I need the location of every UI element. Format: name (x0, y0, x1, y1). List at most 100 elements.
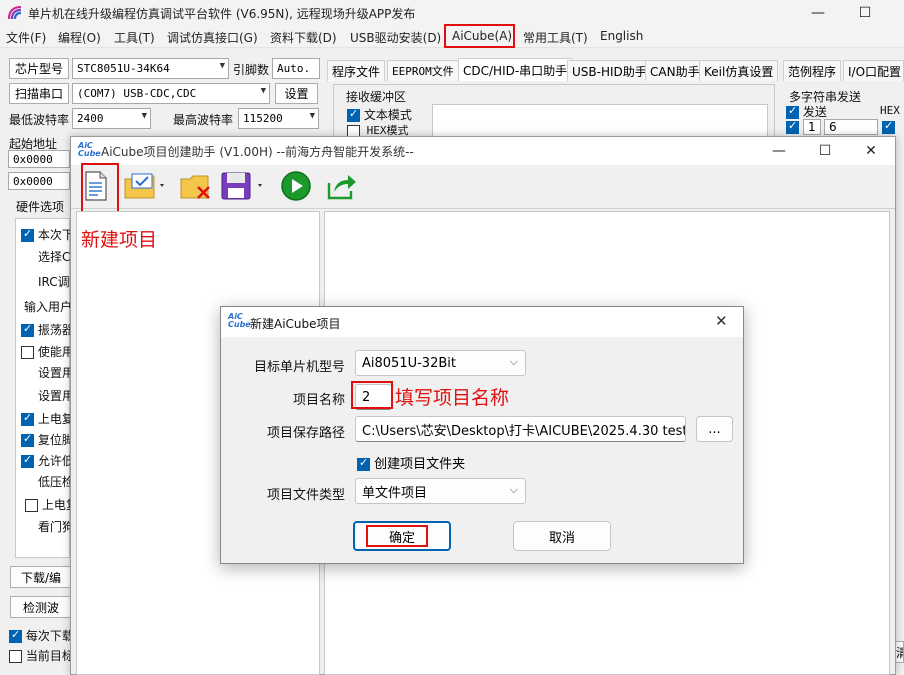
hardware-option-label: 上电复 (37, 412, 74, 426)
tab-program-file[interactable]: 程序文件 (327, 60, 386, 81)
close-folder-icon (180, 175, 210, 199)
clear-button[interactable]: 清 (895, 641, 904, 663)
checkbox-icon[interactable] (21, 346, 34, 359)
checkbox-icon[interactable] (786, 104, 799, 119)
scan-port-button[interactable]: 扫描串口 (9, 83, 69, 104)
file-type-select[interactable]: 单文件项目 ⌵ (355, 478, 526, 504)
hardware-options-tab[interactable]: 硬件选项 (16, 198, 64, 215)
pin-count-select[interactable]: Auto. (272, 58, 320, 79)
hardware-option-label: 振荡器 (37, 323, 74, 337)
project-name-label: 项目名称 (292, 393, 345, 408)
hardware-option-row[interactable]: 允许低 (21, 452, 74, 469)
hardware-option-row[interactable]: 选择C (38, 248, 70, 265)
tab-examples[interactable]: 范例程序 (783, 60, 842, 81)
hardware-option-row[interactable]: 复位脚 (21, 431, 74, 448)
checkbox-icon[interactable] (21, 227, 34, 242)
aicube-logo-icon: AiC Cube (78, 141, 101, 158)
save-icon (221, 172, 262, 200)
port-select[interactable]: (COM7) USB-CDC,CDC ▼ (72, 83, 270, 104)
helper-title: AiCube项目创建助手 (V1.00H) --前海方舟智能开发系统-- (101, 145, 414, 159)
hardware-option-row[interactable]: 本次下 (21, 226, 74, 243)
min-baud-label: 最低波特率 (9, 113, 70, 127)
send-column-header: 发送 (786, 103, 827, 120)
helper-close-button[interactable]: ✕ (849, 137, 893, 165)
tab-keil[interactable]: Keil仿真设置 (699, 60, 779, 81)
app-logo-icon (7, 5, 22, 20)
menu-download[interactable]: 资料下载(D) (270, 29, 337, 46)
detect-baud-button[interactable]: 检测波 (10, 596, 72, 618)
menu-tools[interactable]: 工具(T) (114, 29, 155, 46)
max-baud-select[interactable]: 115200 ▼ (238, 108, 319, 129)
checkbox-icon[interactable] (9, 650, 22, 663)
helper-maximize-button[interactable]: ☐ (803, 137, 847, 165)
tab-cdc-serial[interactable]: CDC/HID-串口助手 (458, 58, 573, 81)
target-mcu-select[interactable]: Ai8051U-32Bit ⌵ (355, 350, 526, 376)
checkbox-icon[interactable] (21, 322, 34, 337)
hardware-option-row[interactable]: 看门狗 (38, 518, 74, 535)
helper-minimize-button[interactable]: — (757, 137, 801, 165)
menu-debug[interactable]: 调试仿真接口(G) (167, 29, 258, 46)
tab-io-config[interactable]: I/O口配置 (843, 60, 904, 81)
settings-button[interactable]: 设置 (275, 83, 318, 104)
checkbox-icon[interactable] (21, 432, 34, 447)
run-button[interactable] (279, 169, 313, 203)
minimize-button[interactable]: — (796, 0, 840, 26)
dialog-close-button[interactable]: ✕ (715, 312, 728, 330)
menu-english[interactable]: English (600, 29, 643, 43)
save-path-input[interactable]: C:\Users\芯安\Desktop\打卡\AICUBE\2025.4.30 … (355, 416, 686, 442)
close-project-button[interactable] (179, 169, 213, 203)
checkbox-icon[interactable] (21, 411, 34, 426)
new-project-dialog: AiC Cube 新建AiCube项目 ✕ 目标单片机型号 Ai8051U-32… (220, 306, 744, 564)
hardware-option-row[interactable]: 设置用 (38, 387, 74, 404)
checkbox-icon[interactable] (21, 453, 34, 468)
menu-file[interactable]: 文件(F) (6, 29, 46, 46)
send-row-input[interactable]: 6 (824, 119, 878, 135)
start-address-input-2[interactable]: 0x0000 (8, 172, 70, 190)
tab-can[interactable]: CAN助手 (645, 60, 705, 81)
menu-common-tools[interactable]: 常用工具(T) (523, 29, 588, 46)
hardware-option-row[interactable]: IRC调 (38, 273, 70, 290)
browse-button[interactable]: ... (696, 416, 733, 442)
menu-program[interactable]: 编程(O) (58, 29, 101, 46)
helper-toolbar (71, 165, 895, 209)
hardware-option-row[interactable]: 振荡器 (21, 321, 74, 338)
hardware-option-row[interactable]: 使能用 (21, 343, 74, 360)
open-project-button[interactable] (123, 169, 169, 203)
checkbox-icon[interactable] (347, 107, 360, 122)
hardware-option-row[interactable]: 设置用 (38, 364, 74, 381)
chevron-down-icon: ▼ (219, 61, 225, 71)
checkbox-icon[interactable] (786, 119, 799, 134)
download-program-button[interactable]: 下载/编 (10, 566, 72, 588)
share-arrow-icon (327, 175, 356, 200)
tab-usb-hid[interactable]: USB-HID助手 (567, 60, 652, 81)
hardware-option-row[interactable]: 输入用户 (24, 298, 72, 315)
maximize-button[interactable]: ☐ (843, 0, 887, 26)
hardware-option-label: 选择C (38, 250, 71, 264)
checkbox-icon[interactable] (882, 119, 895, 134)
menu-usb-driver[interactable]: USB驱动安装(D) (350, 29, 441, 46)
highlight-project-name (351, 381, 393, 409)
receive-textarea[interactable] (432, 104, 768, 138)
hardware-option-label: 使能用 (37, 345, 74, 359)
min-baud-select[interactable]: 2400 ▼ (72, 108, 151, 129)
hardware-option-label: 允许低 (37, 454, 74, 468)
export-button[interactable] (325, 169, 359, 203)
annotation-new-project: 新建项目 (81, 229, 158, 251)
save-project-button[interactable] (219, 169, 269, 203)
highlight-ok-button (366, 525, 428, 547)
start-address-input[interactable]: 0x0000 (8, 150, 70, 168)
cancel-button[interactable]: 取消 (513, 521, 611, 551)
create-folder-option[interactable]: 创建项目文件夹 (357, 453, 465, 472)
checkbox-icon[interactable] (25, 499, 38, 512)
tab-eeprom[interactable]: EEPROM文件 (387, 60, 459, 81)
hardware-option-row[interactable]: 低压检 (38, 473, 74, 490)
text-mode-option[interactable]: 文本模式 (347, 106, 412, 123)
every-download-option[interactable]: 每次下载 (9, 627, 74, 644)
send-row-index: 1 (803, 119, 821, 135)
highlight-new-project (81, 163, 119, 213)
hardware-option-label: 设置用 (38, 366, 75, 380)
checkbox-icon[interactable] (357, 456, 370, 471)
hardware-option-row[interactable]: 上电复 (21, 410, 74, 427)
checkbox-icon[interactable] (9, 628, 22, 643)
chip-model-select[interactable]: STC8051U-34K64 ▼ (72, 58, 229, 79)
